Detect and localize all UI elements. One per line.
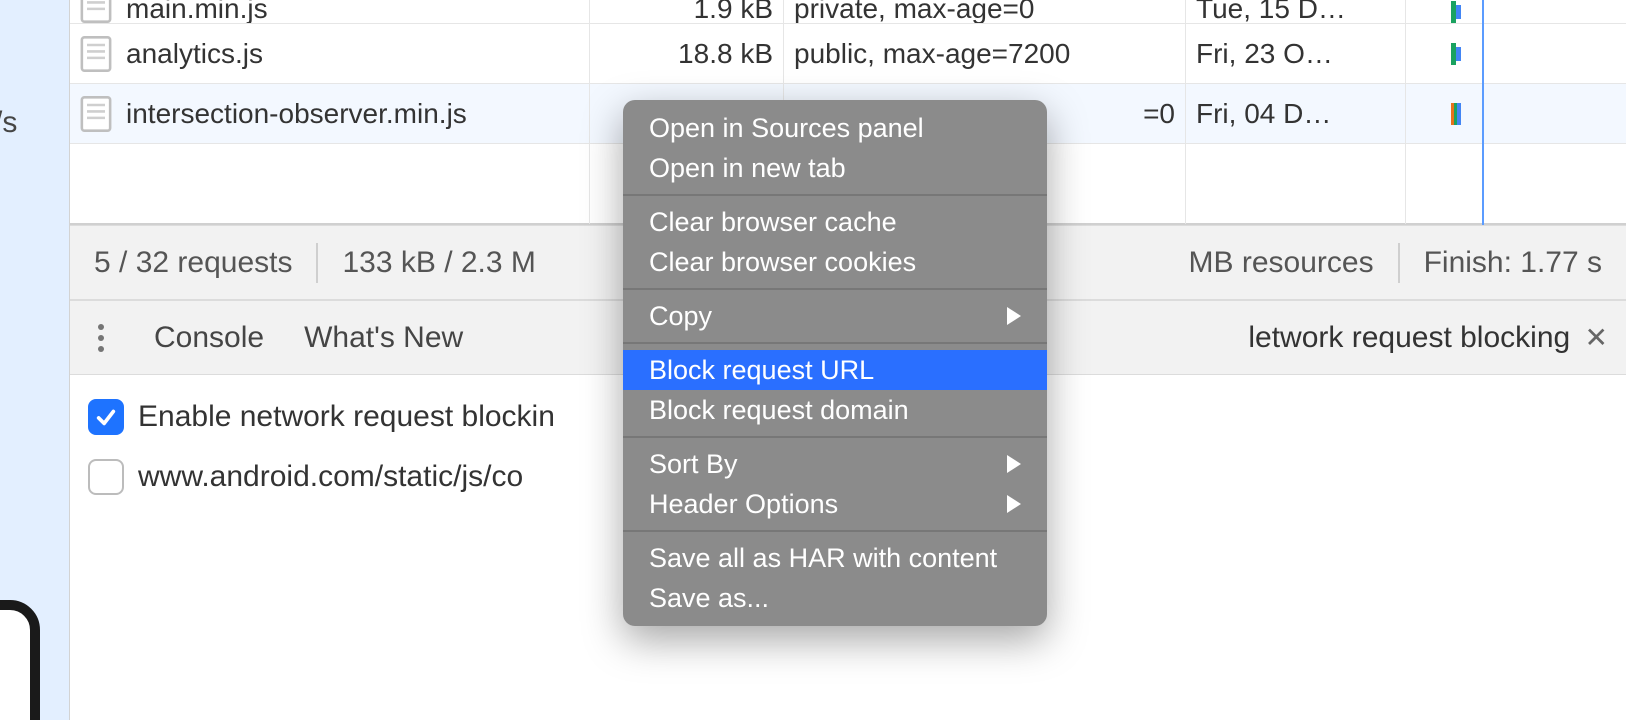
checkbox-checked-icon[interactable] — [88, 399, 124, 435]
tab-whatsnew[interactable]: What's New — [304, 311, 463, 365]
chevron-right-icon — [1007, 495, 1021, 513]
tab-network-request-blocking[interactable]: letwork request blocking ✕ — [1248, 311, 1608, 365]
separator — [316, 243, 318, 283]
ctx-block-url[interactable]: Block request URL — [623, 350, 1047, 390]
separator — [623, 288, 1047, 290]
ctx-copy[interactable]: Copy — [623, 296, 1047, 336]
ctx-clear-cache[interactable]: Clear browser cache — [623, 202, 1047, 242]
ctx-save-as[interactable]: Save as... — [623, 578, 1047, 618]
table-row[interactable]: analytics.js 18.8 kB public, max-age=720… — [70, 24, 1626, 84]
ctx-clear-cookies[interactable]: Clear browser cookies — [623, 242, 1047, 282]
status-transferred: 133 kB / 2.3 M — [342, 246, 535, 280]
file-icon — [80, 36, 112, 72]
cell-date: Tue, 15 D… — [1186, 0, 1406, 23]
gutter-label: /s — [0, 106, 17, 140]
chevron-right-icon — [1007, 307, 1021, 325]
waterfall-icon — [1451, 43, 1461, 65]
cell-name: main.min.js — [70, 0, 590, 23]
file-icon — [80, 96, 112, 132]
cell-cache: public, max-age=7200 — [784, 24, 1186, 83]
device-frame-icon — [0, 600, 40, 720]
context-menu: Open in Sources panel Open in new tab Cl… — [623, 100, 1047, 626]
timeline-marker — [1482, 0, 1484, 225]
cell-size: 18.8 kB — [590, 24, 784, 83]
chevron-right-icon — [1007, 455, 1021, 473]
ctx-sort-by[interactable]: Sort By — [623, 444, 1047, 484]
separator — [623, 342, 1047, 344]
separator — [623, 436, 1047, 438]
file-name: main.min.js — [126, 0, 268, 23]
waterfall-icon — [1451, 103, 1461, 125]
status-finish: Finish: 1.77 s — [1424, 246, 1602, 280]
waterfall-icon — [1451, 1, 1461, 23]
separator — [1398, 243, 1400, 283]
cell-size: 1.9 kB — [590, 0, 784, 23]
close-icon[interactable]: ✕ — [1585, 322, 1608, 353]
ctx-save-har[interactable]: Save all as HAR with content — [623, 538, 1047, 578]
table-row[interactable]: main.min.js 1.9 kB private, max-age=0 Tu… — [70, 0, 1626, 24]
enable-blocking-label: Enable network request blockin — [138, 400, 555, 434]
status-resources: MB resources — [1189, 246, 1374, 280]
file-icon — [80, 0, 112, 23]
ctx-header-options[interactable]: Header Options — [623, 484, 1047, 524]
cell-name: analytics.js — [70, 24, 590, 83]
cell-waterfall — [1406, 24, 1506, 83]
file-name: analytics.js — [126, 38, 263, 70]
ctx-open-sources[interactable]: Open in Sources panel — [623, 108, 1047, 148]
cell-date: Fri, 23 O… — [1186, 24, 1406, 83]
cell-cache: private, max-age=0 — [784, 0, 1186, 23]
tab-label: letwork request blocking — [1248, 321, 1570, 354]
separator — [623, 530, 1047, 532]
separator — [623, 194, 1047, 196]
cell-name: intersection-observer.min.js — [70, 84, 590, 143]
file-name: intersection-observer.min.js — [126, 98, 467, 130]
cell-waterfall — [1406, 0, 1506, 23]
more-icon[interactable] — [88, 324, 114, 352]
checkbox-empty-icon[interactable] — [88, 459, 124, 495]
cell-waterfall — [1406, 84, 1506, 143]
cell-date: Fri, 04 D… — [1186, 84, 1406, 143]
ctx-block-domain[interactable]: Block request domain — [623, 390, 1047, 430]
block-pattern-text: www.android.com/static/js/co — [138, 460, 523, 494]
ctx-open-new-tab[interactable]: Open in new tab — [623, 148, 1047, 188]
tab-console[interactable]: Console — [154, 311, 264, 365]
status-requests: 5 / 32 requests — [94, 246, 292, 280]
